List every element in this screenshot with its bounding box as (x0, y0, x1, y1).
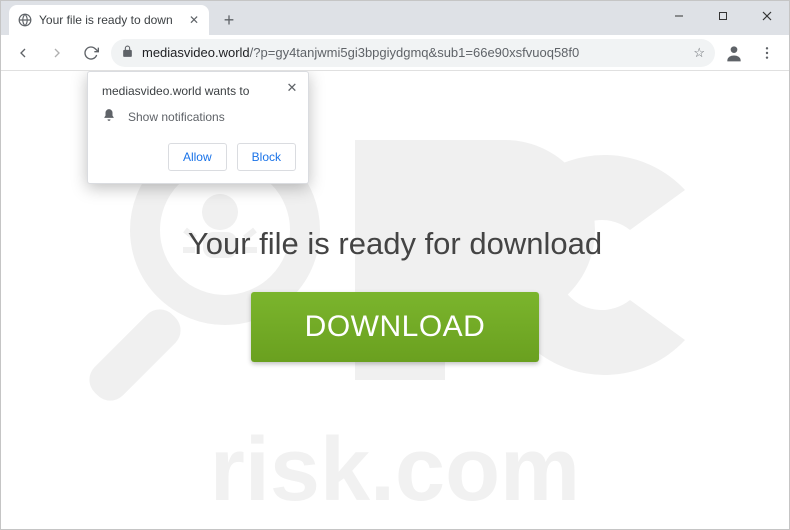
url-path: /?p=gy4tanjwmi5gi3bpgiydgmq&sub1=66e90xs… (250, 45, 580, 60)
block-button[interactable]: Block (237, 143, 296, 171)
back-button[interactable] (9, 39, 37, 67)
close-icon[interactable]: ✕ (284, 80, 300, 96)
notification-permission-prompt: mediasvideo.world wants to ✕ Show notifi… (87, 71, 309, 184)
reload-button[interactable] (77, 39, 105, 67)
lock-icon (121, 45, 134, 61)
url-text: mediasvideo.world/?p=gy4tanjwmi5gi3bpgiy… (142, 45, 685, 60)
window-controls (657, 1, 789, 31)
bell-icon (102, 108, 116, 125)
toolbar: mediasvideo.world/?p=gy4tanjwmi5gi3bpgiy… (1, 35, 789, 71)
bookmark-star-icon[interactable]: ☆ (693, 45, 705, 61)
close-tab-icon[interactable]: ✕ (187, 13, 201, 27)
page-content: Your file is ready for download DOWNLOAD (1, 226, 789, 362)
svg-text:risk.com: risk.com (210, 420, 580, 520)
address-bar[interactable]: mediasvideo.world/?p=gy4tanjwmi5gi3bpgiy… (111, 39, 715, 67)
new-tab-button[interactable]: + (215, 6, 243, 34)
allow-button[interactable]: Allow (168, 143, 227, 171)
maximize-button[interactable] (701, 1, 745, 31)
menu-dots-icon[interactable] (753, 39, 781, 67)
profile-avatar-icon[interactable] (721, 40, 747, 66)
prompt-origin-text: mediasvideo.world wants to (102, 84, 249, 98)
headline: Your file is ready for download (1, 226, 789, 262)
titlebar: Your file is ready to down ✕ + (1, 1, 789, 35)
browser-tab[interactable]: Your file is ready to down ✕ (9, 5, 209, 35)
close-window-button[interactable] (745, 1, 789, 31)
download-button[interactable]: DOWNLOAD (251, 292, 540, 362)
url-host: mediasvideo.world (142, 45, 250, 60)
page-viewport: risk.com mediasvideo.world wants to ✕ Sh… (1, 71, 789, 529)
minimize-button[interactable] (657, 1, 701, 31)
browser-window: Your file is ready to down ✕ + (0, 0, 790, 530)
globe-icon (17, 12, 33, 28)
tab-title: Your file is ready to down (39, 13, 181, 27)
prompt-permission-label: Show notifications (128, 110, 225, 124)
forward-button[interactable] (43, 39, 71, 67)
